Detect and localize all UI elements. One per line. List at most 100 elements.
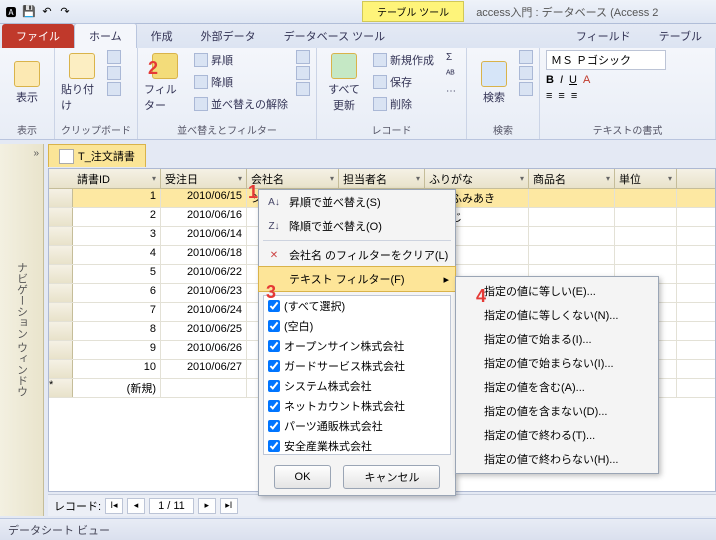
row-selector[interactable] [49, 246, 73, 264]
first-record-button[interactable]: I◂ [105, 498, 123, 514]
find-button[interactable]: 検索 [473, 50, 515, 116]
cell-id[interactable]: (新規) [73, 379, 161, 397]
cell-date[interactable]: 2010/06/18 [161, 246, 247, 264]
cell-product[interactable] [529, 246, 615, 264]
cell-unit[interactable] [615, 208, 677, 226]
next-record-button[interactable]: ▸ [198, 498, 216, 514]
chevron-down-icon[interactable]: ▾ [606, 174, 610, 183]
cell-id[interactable]: 5 [73, 265, 161, 283]
file-tab[interactable]: ファイル [2, 24, 74, 48]
font-color-button[interactable]: A [583, 74, 590, 86]
cell-date[interactable]: 2010/06/26 [161, 341, 247, 359]
sort-desc-button[interactable]: 降順 [190, 72, 292, 92]
col-id[interactable]: 請書ID▾ [73, 169, 161, 188]
refresh-button[interactable]: すべて 更新 [323, 50, 365, 116]
chk-option[interactable]: パーツ通販株式会社 [264, 416, 450, 436]
row-selector[interactable]: * [49, 379, 73, 397]
row-selector[interactable] [49, 341, 73, 359]
cell-id[interactable]: 10 [73, 360, 161, 378]
chevron-down-icon[interactable]: ▾ [238, 174, 242, 183]
italic-button[interactable]: I [560, 74, 563, 86]
cell-unit[interactable] [615, 227, 677, 245]
save-icon[interactable]: 💾 [22, 5, 36, 19]
tab-home[interactable]: ホーム [74, 23, 137, 48]
select-icon[interactable] [519, 82, 533, 96]
menu-text-filter[interactable]: テキスト フィルター(F)▸ [258, 266, 456, 292]
advanced-filter-icon[interactable] [296, 66, 310, 80]
redo-icon[interactable]: ↷ [58, 5, 72, 19]
last-record-button[interactable]: ▸I [220, 498, 238, 514]
chk-blank[interactable]: (空白) [264, 316, 450, 336]
cell-date[interactable]: 2010/06/14 [161, 227, 247, 245]
format-painter-icon[interactable] [107, 82, 121, 96]
menu-sort-asc[interactable]: A↓昇順で並べ替え(S) [259, 190, 455, 214]
underline-button[interactable]: U [569, 74, 577, 86]
cancel-button[interactable]: キャンセル [343, 465, 440, 489]
menu-sort-desc[interactable]: Z↓降順で並べ替え(O) [259, 214, 455, 238]
row-selector[interactable] [49, 303, 73, 321]
sort-clear-button[interactable]: 並べ替えの解除 [190, 94, 292, 114]
col-contact[interactable]: 担当者名▾ [339, 169, 425, 188]
record-position[interactable]: 1 / 11 [149, 498, 194, 514]
more-button[interactable]: ⋯ [442, 84, 460, 99]
view-button[interactable]: 表示 [6, 50, 48, 116]
font-select[interactable]: ＭＳ Ｐゴシック [546, 50, 666, 70]
cell-id[interactable]: 6 [73, 284, 161, 302]
cell-id[interactable]: 3 [73, 227, 161, 245]
sort-asc-button[interactable]: 昇順 [190, 50, 292, 70]
cell-id[interactable]: 7 [73, 303, 161, 321]
row-selector[interactable] [49, 322, 73, 340]
col-date[interactable]: 受注日▾ [161, 169, 247, 188]
cell-date[interactable]: 2010/06/15 [161, 189, 247, 207]
submenu-item[interactable]: 指定の値を含まない(D)... [456, 399, 658, 423]
tab-dbtools[interactable]: データベース ツール [270, 24, 400, 48]
tab-external[interactable]: 外部データ [187, 24, 270, 48]
save-record-button[interactable]: 保存 [369, 72, 438, 92]
submenu-item[interactable]: 指定の値で終わる(T)... [456, 423, 658, 447]
cell-date[interactable]: 2010/06/23 [161, 284, 247, 302]
row-selector[interactable] [49, 284, 73, 302]
submenu-item[interactable]: 指定の値で始まらない(I)... [456, 351, 658, 375]
tab-table[interactable]: テーブル [645, 24, 716, 48]
submenu-item[interactable]: 指定の値で始まる(I)... [456, 327, 658, 351]
menu-clear-filter[interactable]: ✕会社名 のフィルターをクリア(L) [259, 243, 455, 267]
prev-record-button[interactable]: ◂ [127, 498, 145, 514]
chevron-down-icon[interactable]: ▾ [330, 174, 334, 183]
align-right-button[interactable]: ≡ [571, 90, 577, 102]
align-left-button[interactable]: ≡ [546, 90, 552, 102]
chk-select-all[interactable]: (すべて選択) [264, 296, 450, 316]
selection-filter-icon[interactable] [296, 50, 310, 64]
row-selector[interactable] [49, 189, 73, 207]
undo-icon[interactable]: ↶ [40, 5, 54, 19]
navigation-pane[interactable]: » ナビゲーション ウィンドウ [0, 144, 44, 516]
cell-date[interactable]: 2010/06/27 [161, 360, 247, 378]
cell-date[interactable]: 2010/06/25 [161, 322, 247, 340]
row-selector[interactable] [49, 265, 73, 283]
cell-product[interactable] [529, 189, 615, 207]
submenu-item[interactable]: 指定の値に等しくない(N)... [456, 303, 658, 327]
col-kana[interactable]: ふりがな▾ [425, 169, 529, 188]
submenu-item[interactable]: 指定の値で終わらない(H)... [456, 447, 658, 471]
col-company[interactable]: 会社名▾ [247, 169, 339, 188]
cell-product[interactable] [529, 208, 615, 226]
cell-id[interactable]: 4 [73, 246, 161, 264]
cell-id[interactable]: 1 [73, 189, 161, 207]
chk-option[interactable]: オープンサイン株式会社 [264, 336, 450, 356]
align-center-button[interactable]: ≡ [558, 90, 564, 102]
chk-option[interactable]: ネットカウント株式会社 [264, 396, 450, 416]
row-selector[interactable] [49, 208, 73, 226]
new-record-button[interactable]: 新規作成 [369, 50, 438, 70]
cell-date[interactable]: 2010/06/24 [161, 303, 247, 321]
row-selector[interactable] [49, 360, 73, 378]
col-product[interactable]: 商品名▾ [529, 169, 615, 188]
select-all-cell[interactable] [49, 169, 73, 188]
cell-unit[interactable] [615, 189, 677, 207]
expand-icon[interactable]: » [33, 148, 39, 159]
tab-field[interactable]: フィールド [562, 24, 645, 48]
chevron-down-icon[interactable]: ▾ [152, 174, 156, 183]
delete-record-button[interactable]: 削除 [369, 94, 438, 114]
cell-id[interactable]: 9 [73, 341, 161, 359]
cell-id[interactable]: 2 [73, 208, 161, 226]
totals-button[interactable]: Σ [442, 50, 460, 65]
row-selector[interactable] [49, 227, 73, 245]
